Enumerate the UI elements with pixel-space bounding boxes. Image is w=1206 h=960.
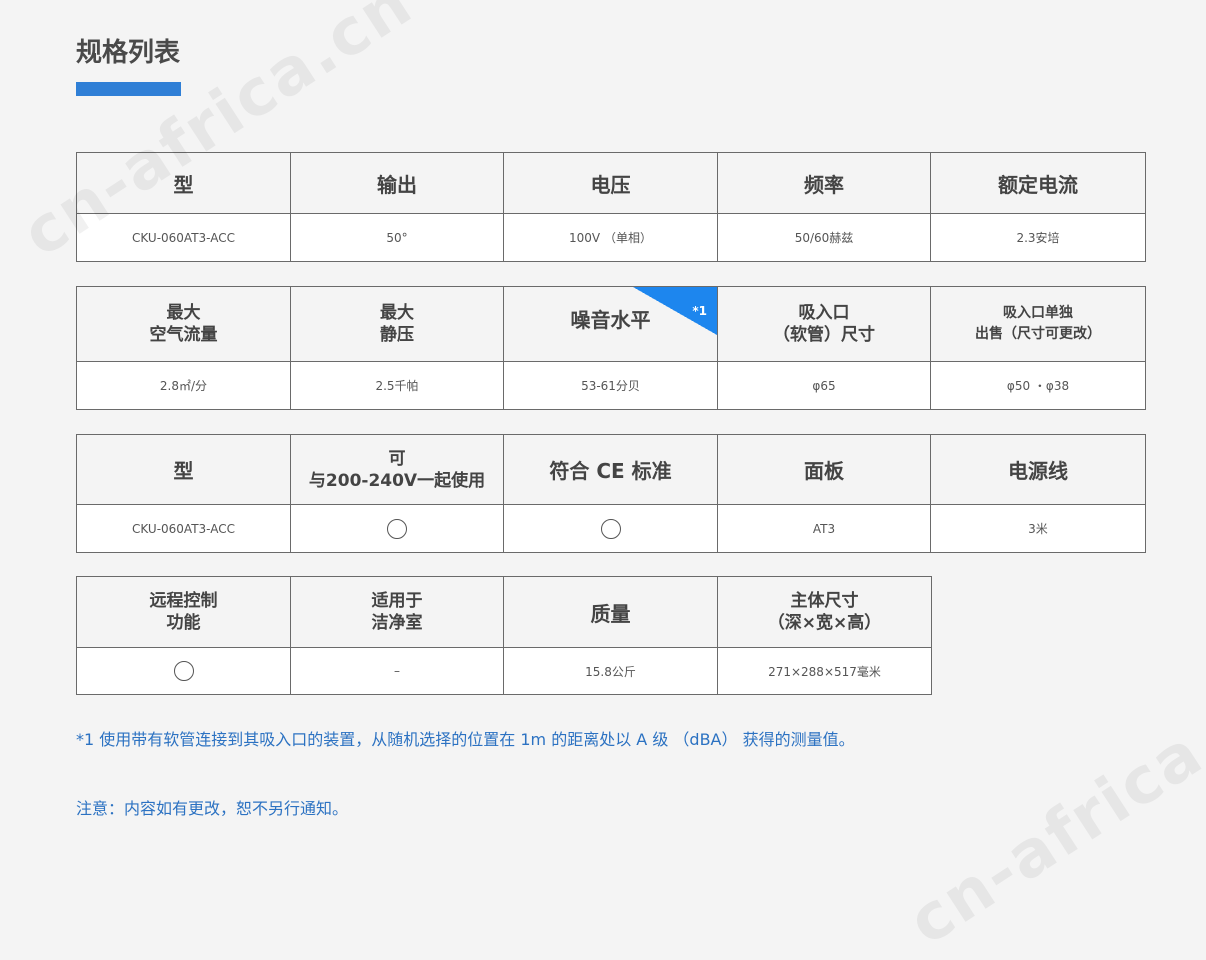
value-cell-voltage-compatibility <box>290 504 504 553</box>
value-cell-frequency: 50/60赫兹 <box>717 213 931 262</box>
table-header-row: 最大 空气流量 最大 静压 *1 噪音水平 吸入口 （软管）尺寸 吸入口单独 出… <box>76 286 1146 362</box>
table-row: CKU-060AT3-ACC AT3 3米 <box>76 504 1146 553</box>
header-line: （深×宽×高） <box>767 613 882 633</box>
header-cell-model: 型 <box>76 434 291 505</box>
spec-table-2: 最大 空气流量 最大 静压 *1 噪音水平 吸入口 （软管）尺寸 吸入口单独 出… <box>76 286 1146 410</box>
header-cell-max-airflow: 最大 空气流量 <box>76 286 291 362</box>
header-line: 适用于 <box>371 591 423 611</box>
header-cell-cleanroom: 适用于 洁净室 <box>290 576 504 648</box>
table-row: 2.8㎡/分 2.5千帕 53-61分贝 φ65 φ50 ・φ38 <box>76 361 1146 410</box>
header-cell-noise-level: *1 噪音水平 <box>503 286 718 362</box>
header-line: 空气流量 <box>149 325 218 345</box>
value-cell-noise-level: 53-61分贝 <box>503 361 718 410</box>
value-cell-max-airflow: 2.8㎡/分 <box>76 361 291 410</box>
header-cell-power-cord: 电源线 <box>930 434 1146 505</box>
header-line: 吸入口 <box>798 303 850 323</box>
header-label: 噪音水平 <box>570 307 651 332</box>
header-line: 洁净室 <box>371 613 423 633</box>
yes-circle-icon <box>173 661 194 681</box>
table-header-row: 型 可 与200-240V一起使用 符合 CE 标准 面板 电源线 <box>76 434 1146 505</box>
header-line: 可 <box>388 448 406 469</box>
header-cell-voltage-compatibility: 可 与200-240V一起使用 <box>290 434 504 505</box>
value-cell-body-dimensions: 271×288×517毫米 <box>717 647 932 695</box>
notice: 注意：内容如有更改，恕不另行通知。 <box>76 799 349 818</box>
header-line: 主体尺寸 <box>790 591 859 611</box>
value-cell-panel: AT3 <box>717 504 931 553</box>
header-line: 吸入口单独 <box>1003 305 1073 321</box>
header-cell-ce-compliance: 符合 CE 标准 <box>503 434 718 505</box>
header-cell-mass: 质量 <box>503 576 718 648</box>
page-title: 规格列表 <box>76 38 181 68</box>
header-cell-panel: 面板 <box>717 434 931 505</box>
header-cell-body-dimensions: 主体尺寸 （深×宽×高） <box>717 576 932 648</box>
header-line: 功能 <box>166 613 201 633</box>
table-header-row: 远程控制 功能 适用于 洁净室 质量 主体尺寸 （深×宽×高） <box>76 576 932 648</box>
value-cell-remote-control <box>76 647 291 695</box>
header-line: （软管）尺寸 <box>773 325 875 345</box>
header-cell-intake-sold-separately: 吸入口单独 出售（尺寸可更改） <box>930 286 1146 362</box>
header-cell-max-static-pressure: 最大 静压 <box>290 286 504 362</box>
header-cell-remote-control: 远程控制 功能 <box>76 576 291 648</box>
value-cell-max-static-pressure: 2.5千帕 <box>290 361 504 410</box>
header-line: 与200-240V一起使用 <box>308 470 486 491</box>
header-line: 最大 <box>166 303 201 323</box>
header-line: 出售（尺寸可更改） <box>975 326 1101 342</box>
title-underline-bar <box>76 82 181 96</box>
value-cell-voltage: 100V （单相） <box>503 213 718 262</box>
header-cell-intake-size: 吸入口 （软管）尺寸 <box>717 286 931 362</box>
value-cell-power-cord: 3米 <box>930 504 1146 553</box>
header-line: 远程控制 <box>149 591 218 611</box>
header-line: 静压 <box>380 325 414 345</box>
watermark: cn-africa.cn <box>895 654 1206 960</box>
table-header-row: 型 输出 电压 频率 额定电流 <box>76 152 1146 214</box>
spec-table-3: 型 可 与200-240V一起使用 符合 CE 标准 面板 电源线 CKU-06… <box>76 434 1146 553</box>
value-cell-ce-compliance <box>503 504 718 553</box>
header-line: 最大 <box>380 303 414 323</box>
header-cell-rated-current: 额定电流 <box>930 152 1146 214</box>
value-cell-rated-current: 2.3安培 <box>930 213 1146 262</box>
value-cell-output: 50° <box>290 213 504 262</box>
spec-table-4: 远程控制 功能 适用于 洁净室 质量 主体尺寸 （深×宽×高） – 15.8公斤… <box>76 576 932 695</box>
header-cell-output: 输出 <box>290 152 504 214</box>
value-cell-intake-size: φ65 <box>717 361 931 410</box>
footnote-badge-label: *1 <box>692 304 707 318</box>
spec-table-1: 型 输出 电压 频率 额定电流 CKU-060AT3-ACC 50° 100V … <box>76 152 1146 262</box>
value-cell-model: CKU-060AT3-ACC <box>76 504 291 553</box>
header-cell-voltage: 电压 <box>503 152 718 214</box>
header-cell-frequency: 频率 <box>717 152 931 214</box>
table-row: CKU-060AT3-ACC 50° 100V （单相） 50/60赫兹 2.3… <box>76 213 1146 262</box>
table-row: – 15.8公斤 271×288×517毫米 <box>76 647 932 695</box>
yes-circle-icon <box>387 518 407 539</box>
footnote: *1 使用带有软管连接到其吸入口的装置，从随机选择的位置在 1m 的距离处以 A… <box>76 730 855 749</box>
yes-circle-icon <box>600 518 621 539</box>
value-cell-intake-options: φ50 ・φ38 <box>930 361 1146 410</box>
value-cell-mass: 15.8公斤 <box>503 647 718 695</box>
value-cell-cleanroom: – <box>290 647 504 695</box>
